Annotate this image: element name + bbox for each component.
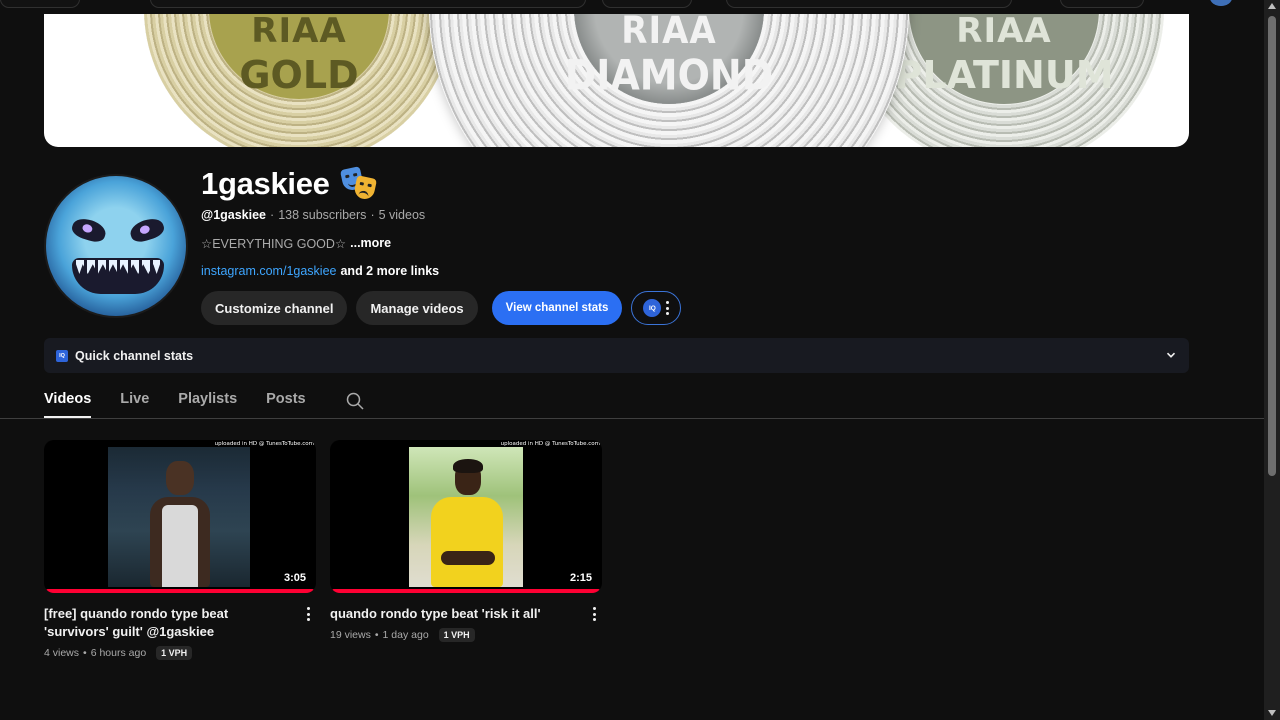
description-more-button[interactable]: ...more (350, 236, 391, 252)
more-links-button[interactable]: and 2 more links (340, 264, 439, 280)
avatar-eye (69, 215, 109, 245)
record-label-text: PLATINUM (894, 53, 1114, 97)
channel-tabs: Videos Live Playlists Posts (44, 380, 365, 418)
scrollbar-thumb[interactable] (1268, 16, 1276, 476)
quick-channel-stats-bar[interactable]: IQ Quick channel stats (44, 338, 1189, 373)
video-thumbnail[interactable]: uploaded in HD @ TunesToTube.com 2:15 (330, 440, 602, 593)
video-menu-icon[interactable] (592, 607, 596, 621)
tab-live[interactable]: Live (120, 380, 149, 418)
meta-separator: · (370, 208, 375, 222)
page-scrollbar[interactable] (1264, 0, 1280, 720)
thumbnail-watermark: uploaded in HD @ TunesToTube.com (214, 441, 314, 447)
channel-description[interactable]: ☆EVERYTHING GOOD☆ ...more (201, 236, 391, 252)
video-title[interactable]: [free] quando rondo type beat 'survivors… (44, 605, 280, 641)
record-label-text: GOLD (239, 53, 359, 97)
channel-links: instagram.com/1gaskiee and 2 more links (201, 264, 439, 280)
video-card[interactable]: uploaded in HD @ TunesToTube.com 3:05 [f… (44, 440, 316, 660)
video-count: 5 videos (378, 208, 426, 222)
video-meta: 19 views • 1 day ago 1 VPH (330, 628, 602, 642)
channel-meta: @1gaskiee · 138 subscribers · 5 videos (201, 207, 425, 223)
video-duration: 2:15 (569, 572, 592, 584)
channel-actions: Customize channel Manage videos View cha… (201, 291, 682, 325)
watch-progress-bar (46, 589, 314, 593)
avatar-eye (127, 215, 167, 245)
view-count: 4 views (44, 647, 80, 659)
gold-record-image: RIAA GOLD (144, 14, 454, 147)
tabs-divider (0, 418, 1264, 419)
record-label: RIAA PLATINUM (894, 14, 1114, 104)
iq-icon: IQ (56, 349, 68, 362)
video-meta: 4 views • 6 hours ago 1 VPH (44, 646, 316, 660)
vph-badge: 1 VPH (438, 628, 475, 642)
video-menu-icon[interactable] (306, 607, 310, 621)
video-thumbnail[interactable]: uploaded in HD @ TunesToTube.com 3:05 (44, 440, 316, 593)
vph-badge: 1 VPH (156, 646, 193, 660)
record-label-text: RIAA (956, 14, 1052, 51)
meta-separator: • (83, 647, 87, 659)
scroll-down-arrow-icon[interactable] (1268, 710, 1276, 716)
video-card[interactable]: uploaded in HD @ TunesToTube.com 2:15 qu… (330, 440, 602, 642)
channel-title-row: 1gaskiee (201, 164, 377, 204)
more-vert-icon (665, 301, 669, 315)
search-bar-edge[interactable] (150, 0, 586, 8)
iq-menu-button[interactable]: IQ (631, 291, 682, 325)
thumbnail-photo (409, 447, 523, 587)
tab-posts[interactable]: Posts (266, 380, 306, 418)
record-label: RIAA DIAMOND (565, 14, 773, 104)
masthead-pill[interactable] (602, 0, 692, 8)
description-text: ☆EVERYTHING GOOD☆ (201, 237, 347, 251)
channel-handle: @1gaskiee (201, 208, 267, 222)
performing-arts-masks-icon (339, 166, 377, 201)
scroll-up-arrow-icon[interactable] (1268, 3, 1276, 9)
search-icon[interactable] (345, 391, 365, 411)
video-title[interactable]: quando rondo type beat 'risk it all' (330, 605, 566, 623)
quick-stats-label: Quick channel stats (75, 348, 194, 363)
customize-channel-button[interactable]: Customize channel (201, 291, 348, 325)
thumbnail-photo (108, 447, 250, 587)
masthead-pill[interactable] (726, 0, 1012, 8)
upload-age: 1 day ago (382, 629, 429, 641)
channel-banner: RIAA GOLD RIAA PLATINUM RIAA DIAMOND (44, 14, 1189, 147)
chevron-down-icon[interactable] (1166, 350, 1176, 360)
channel-avatar[interactable] (44, 174, 188, 318)
view-channel-stats-button[interactable]: View channel stats (491, 291, 623, 325)
manage-videos-button[interactable]: Manage videos (356, 291, 478, 325)
tab-playlists[interactable]: Playlists (178, 380, 237, 418)
record-label: RIAA GOLD (209, 14, 389, 99)
view-count: 19 views (330, 629, 371, 641)
meta-separator: • (374, 629, 379, 641)
account-avatar[interactable] (1210, 0, 1232, 6)
diamond-record-image: RIAA DIAMOND (429, 14, 909, 147)
avatar-teeth (76, 260, 160, 274)
subscriber-count: 138 subscribers (278, 208, 367, 222)
masthead-pill[interactable] (0, 0, 80, 8)
tab-videos[interactable]: Videos (44, 380, 92, 418)
record-label-text: RIAA (621, 14, 717, 53)
masthead-strip (0, 0, 1264, 14)
masthead-pill[interactable] (1060, 0, 1144, 8)
record-label-text: DIAMOND (564, 50, 774, 100)
iq-icon: IQ (643, 299, 662, 317)
upload-age: 6 hours ago (90, 647, 147, 659)
meta-separator: · (270, 208, 275, 222)
instagram-link[interactable]: instagram.com/1gaskiee (201, 264, 336, 280)
channel-name: 1gaskiee (201, 166, 330, 201)
video-duration: 3:05 (283, 572, 306, 584)
thumbnail-watermark: uploaded in HD @ TunesToTube.com (500, 441, 600, 447)
record-label-text: RIAA (251, 14, 347, 51)
watch-progress-bar (332, 589, 600, 593)
